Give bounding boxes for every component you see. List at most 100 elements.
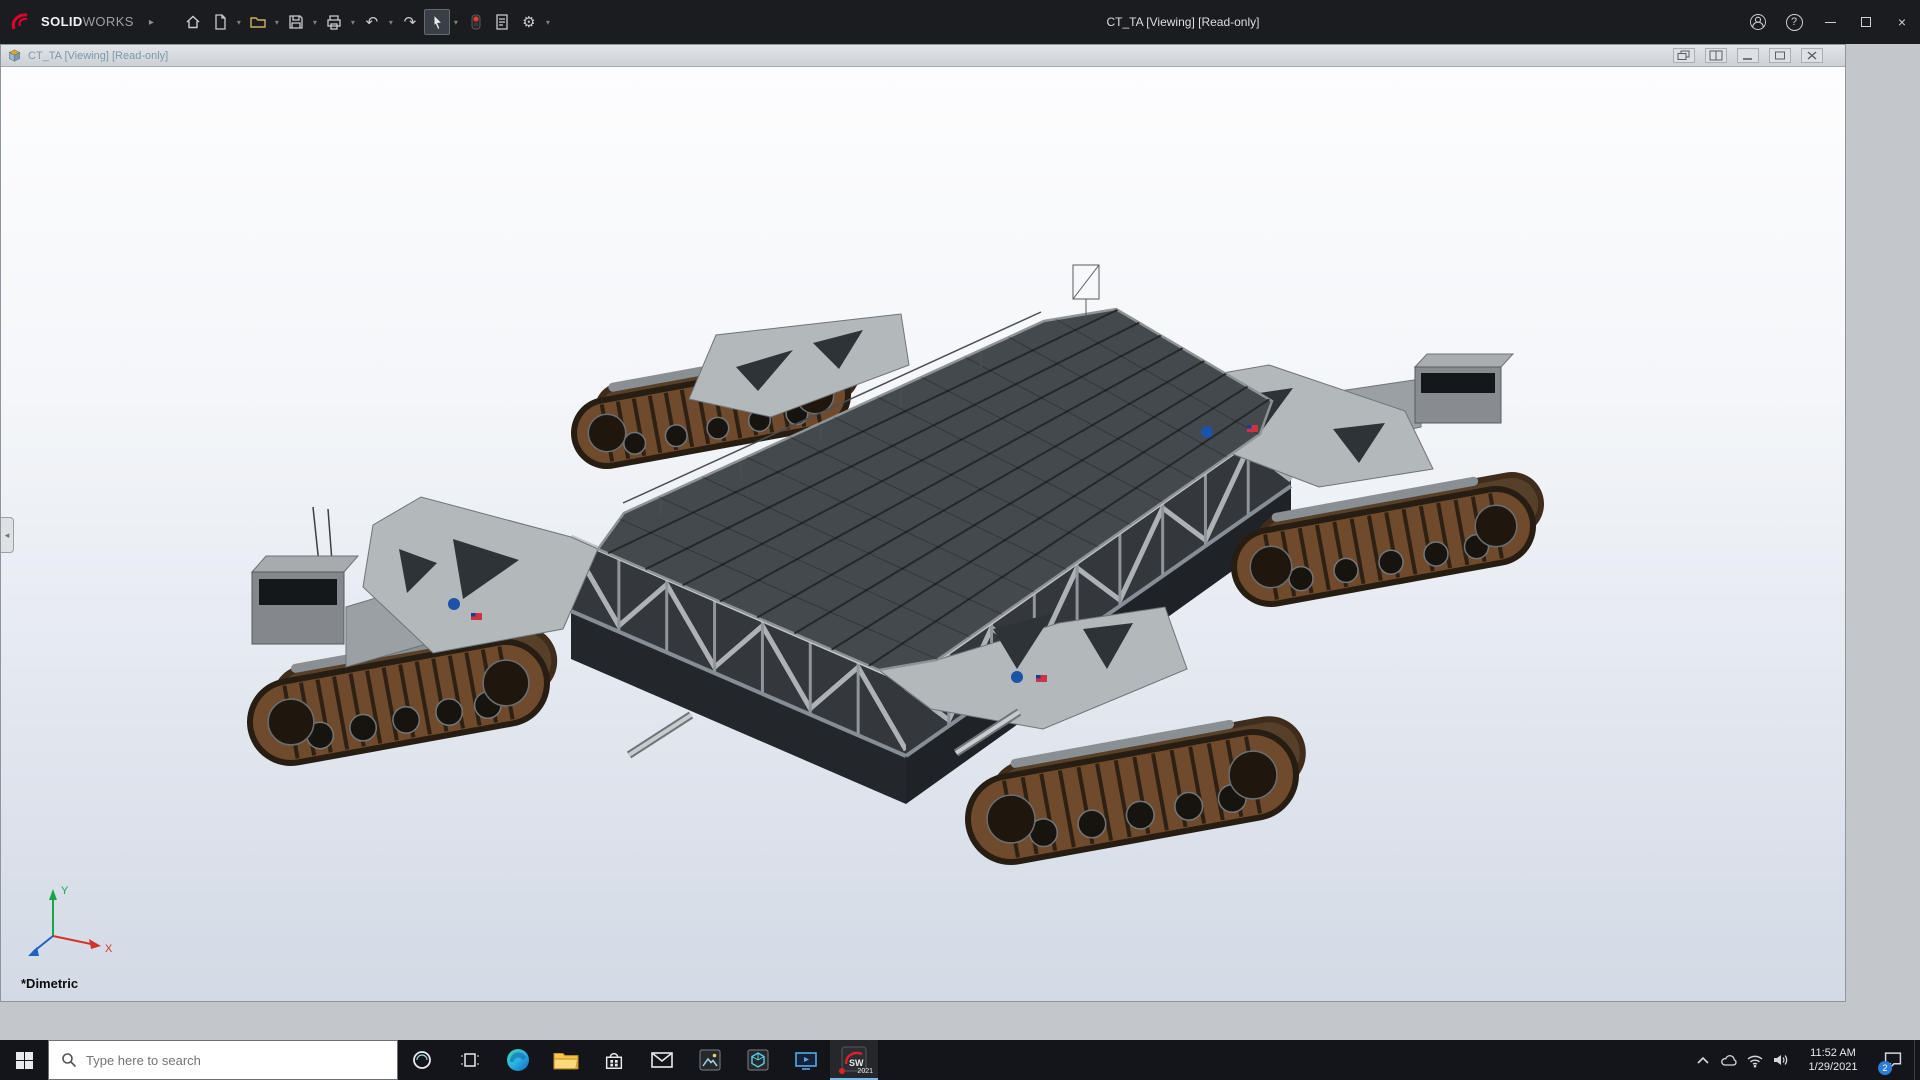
operator-cab-left [252, 556, 358, 644]
print-button[interactable] [321, 9, 347, 35]
minimize-window-icon [1741, 50, 1755, 61]
new-document-dropdown[interactable]: ▾ [234, 18, 244, 27]
tile-windows-icon [1709, 50, 1723, 61]
track-assembly-front-right [987, 724, 1277, 857]
save-button[interactable] [283, 9, 309, 35]
start-button[interactable] [0, 1040, 48, 1080]
orientation-triad: Y X [19, 876, 129, 967]
mail-icon [650, 1050, 674, 1070]
new-document-icon [211, 13, 229, 31]
taskbar-edge[interactable] [494, 1040, 542, 1080]
restore-window-icon [1773, 50, 1787, 61]
close-button[interactable]: × [1884, 0, 1920, 44]
taskbar-spacer [878, 1040, 1690, 1080]
close-window-icon [1805, 50, 1819, 61]
track-assembly-front-left [268, 634, 529, 758]
taskbar-mail[interactable] [638, 1040, 686, 1080]
close-document-button[interactable] [1801, 48, 1823, 63]
help-button[interactable]: ? [1776, 0, 1812, 44]
quick-access-toolbar: ▾ ▾ ▾ ▾ ↶▾ ↷ ▾ ⚙▾ [180, 9, 553, 35]
show-desktop-button[interactable] [1914, 1040, 1920, 1080]
save-dropdown[interactable]: ▾ [310, 18, 320, 27]
open-button[interactable] [245, 9, 271, 35]
movies-tv-icon [794, 1049, 818, 1071]
tray-volume[interactable] [1768, 1040, 1794, 1080]
new-document-button[interactable] [207, 9, 233, 35]
select-tool-dropdown[interactable]: ▾ [451, 18, 461, 27]
chevron-up-icon [1697, 1056, 1709, 1064]
mdi-workspace: CT_TA [Viewing] [Read-only] [0, 44, 1920, 1040]
file-properties-icon [493, 13, 511, 31]
rebuild-stoplight-icon [466, 13, 484, 31]
document-titlebar[interactable]: CT_TA [Viewing] [Read-only] [1, 45, 1845, 67]
clock-time: 11:52 AM [1810, 1046, 1856, 1060]
print-dropdown[interactable]: ▾ [348, 18, 358, 27]
taskbar-cortana[interactable] [398, 1040, 446, 1080]
window-title: CT_TA [Viewing] [Read-only] [1073, 0, 1293, 44]
dassault-logo-icon [10, 12, 36, 32]
menu-expand-arrow-icon[interactable]: ▸ [149, 17, 154, 28]
triad-y-label: Y [61, 885, 69, 897]
undo-button[interactable]: ↶ [359, 9, 385, 35]
file-properties-button[interactable] [489, 9, 515, 35]
home-icon [184, 13, 202, 31]
taskbar-file-explorer[interactable] [542, 1040, 590, 1080]
taskbar-movies-tv[interactable] [782, 1040, 830, 1080]
taskbar-store[interactable] [590, 1040, 638, 1080]
maximize-button[interactable] [1848, 0, 1884, 44]
account-button[interactable] [1740, 0, 1776, 44]
solidworks-logo: SOLIDWORKS ▸ [10, 12, 154, 32]
tile-windows-button[interactable] [1705, 48, 1727, 63]
windows-logo-icon [16, 1052, 33, 1069]
help-icon: ? [1786, 14, 1803, 31]
clock-date: 1/29/2021 [1809, 1060, 1858, 1074]
undo-icon: ↶ [366, 13, 379, 31]
tray-onedrive[interactable] [1716, 1040, 1742, 1080]
document-title: CT_TA [Viewing] [Read-only] [28, 50, 168, 62]
rebuild-button[interactable] [462, 9, 488, 35]
operator-cab-right [1415, 354, 1513, 423]
undo-dropdown[interactable]: ▾ [386, 18, 396, 27]
save-icon [287, 13, 305, 31]
taskbar-task-view[interactable] [446, 1040, 494, 1080]
minimize-button[interactable] [1812, 0, 1848, 44]
edge-icon [505, 1047, 531, 1073]
viewport-3d[interactable]: Y X *Dimetric ◂ [1, 67, 1845, 1001]
cascade-windows-button[interactable] [1673, 48, 1695, 63]
document-window-buttons [1673, 48, 1823, 63]
taskbar-solidworks[interactable]: SW 2021 [830, 1040, 878, 1080]
taskbar-search[interactable] [48, 1040, 398, 1080]
onedrive-cloud-icon [1720, 1053, 1738, 1067]
taskbar-3d-viewer[interactable] [734, 1040, 782, 1080]
taskbar-clock[interactable]: 11:52 AM 1/29/2021 [1794, 1040, 1872, 1080]
home-button[interactable] [180, 9, 206, 35]
select-tool-button[interactable] [424, 9, 450, 35]
redo-button[interactable]: ↷ [397, 9, 423, 35]
taskbar-photos[interactable] [686, 1040, 734, 1080]
open-folder-icon [249, 13, 267, 31]
tray-network[interactable] [1742, 1040, 1768, 1080]
photos-icon [698, 1048, 722, 1072]
antennas [313, 507, 332, 564]
minimize-document-button[interactable] [1737, 48, 1759, 63]
redo-icon: ↷ [404, 13, 417, 31]
corner-mast [1073, 265, 1099, 315]
task-view-icon [460, 1051, 480, 1069]
cortana-icon [411, 1049, 433, 1071]
assembly-document-icon [7, 49, 22, 63]
feature-tree-collapse-tab[interactable]: ◂ [1, 517, 14, 553]
hidden-icons-button[interactable] [1690, 1040, 1716, 1080]
3d-viewer-icon [746, 1048, 770, 1072]
crawler-transporter-model [1, 67, 1845, 1001]
solidworks-year-badge: 2021 [857, 1068, 873, 1075]
search-input[interactable] [86, 1053, 356, 1068]
restore-document-button[interactable] [1769, 48, 1791, 63]
open-dropdown[interactable]: ▾ [272, 18, 282, 27]
windows-taskbar: SW 2021 11:5 [0, 1040, 1920, 1080]
app-titlebar: SOLIDWORKS ▸ ▾ ▾ ▾ ▾ ↶ ▾ ↷ ▾ [0, 0, 1920, 44]
options-button[interactable]: ⚙ [516, 9, 542, 35]
action-center-button[interactable]: 2 [1872, 1040, 1914, 1080]
minimize-icon [1825, 22, 1836, 23]
options-dropdown[interactable]: ▾ [543, 18, 553, 27]
cascade-windows-icon [1677, 50, 1691, 61]
